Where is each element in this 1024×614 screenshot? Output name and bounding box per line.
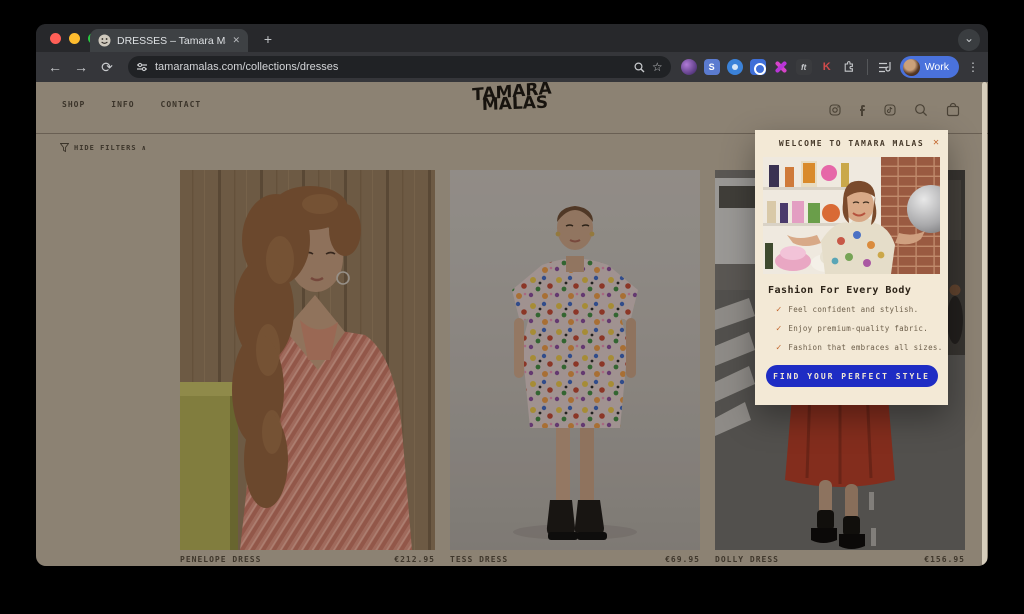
- profile-chip[interactable]: Work: [900, 56, 959, 78]
- product-price: €212.95: [394, 555, 435, 564]
- caret-up-icon: ∧: [142, 144, 147, 152]
- popup-title: WELCOME TO TAMARA MALAS: [755, 139, 948, 148]
- product-meta: DOLLY DRESS €156.95: [715, 555, 965, 566]
- desktop-background: DRESSES – Tamara Malas ✕ + ⌄ ← → ⟳ tamar…: [0, 0, 1024, 614]
- tab-title: DRESSES – Tamara Malas: [117, 35, 226, 47]
- product-price: €156.95: [924, 555, 965, 564]
- extension-icon-ft[interactable]: ft: [796, 59, 812, 75]
- bookmark-star-icon[interactable]: ☆: [652, 60, 663, 74]
- side-panel-icon[interactable]: [878, 61, 893, 74]
- popup-close-icon[interactable]: ✕: [933, 137, 939, 148]
- tab-overview-button[interactable]: ⌄: [958, 29, 980, 51]
- popup-photo: [763, 157, 940, 274]
- welcome-popup: WELCOME TO TAMARA MALAS ✕: [755, 130, 948, 405]
- extensions-puzzle-icon[interactable]: [842, 60, 857, 75]
- product-price: €69.95: [665, 555, 700, 564]
- address-bar[interactable]: tamaramalas.com/collections/dresses ☆: [128, 56, 671, 78]
- profile-avatar: [903, 59, 920, 76]
- extensions-row: S ft K Work: [681, 56, 980, 78]
- popup-heading: Fashion For Every Body: [768, 285, 948, 296]
- bullet-text: Feel confident and stylish.: [788, 305, 918, 314]
- product-meta: PENELOPE DRESS €212.95: [180, 555, 435, 566]
- tiktok-icon[interactable]: [884, 104, 896, 116]
- extension-icon-k[interactable]: K: [819, 59, 835, 75]
- facebook-icon[interactable]: [859, 104, 866, 116]
- cart-bag-icon[interactable]: [946, 102, 960, 117]
- minimize-window-button[interactable]: [69, 33, 80, 44]
- extension-icon-s[interactable]: S: [704, 59, 720, 75]
- webpage: SHOP INFO CONTACT TAMARA MALAS: [36, 82, 988, 566]
- zoom-page-icon[interactable]: [634, 62, 645, 73]
- product-photo-tess[interactable]: [450, 170, 700, 550]
- toolbar-separator: [867, 59, 868, 75]
- header-icons: [829, 102, 960, 117]
- new-tab-button[interactable]: +: [258, 30, 278, 50]
- popup-cta-button[interactable]: FIND YOUR PERFECT STYLE: [766, 365, 938, 387]
- browser-toolbar: ← → ⟳ tamaramalas.com/collections/dresse…: [36, 52, 988, 82]
- site-settings-icon[interactable]: [136, 61, 148, 73]
- forward-button[interactable]: →: [70, 59, 92, 75]
- browser-menu-icon[interactable]: ⋮: [966, 60, 980, 74]
- reload-button[interactable]: ⟳: [96, 59, 118, 76]
- tab-favicon: [98, 34, 111, 47]
- popup-bullet: ✓ Fashion that embraces all sizes.: [776, 343, 948, 353]
- extension-icon-pink-x[interactable]: [773, 59, 789, 75]
- bullet-text: Enjoy premium-quality fabric.: [788, 324, 928, 333]
- tab-close-icon[interactable]: ✕: [232, 35, 240, 46]
- extension-icon-blue-dot[interactable]: [727, 59, 743, 75]
- page-scrollbar[interactable]: [982, 82, 987, 566]
- product-photo-penelope[interactable]: [180, 170, 435, 550]
- browser-window: DRESSES – Tamara Malas ✕ + ⌄ ← → ⟳ tamar…: [36, 24, 988, 566]
- search-icon[interactable]: [914, 103, 928, 117]
- product-card-tess[interactable]: TESS DRESS €69.95: [450, 170, 700, 566]
- product-name[interactable]: TESS DRESS: [450, 555, 508, 564]
- check-icon: ✓: [776, 324, 781, 334]
- profile-name: Work: [925, 61, 949, 73]
- check-icon: ✓: [776, 343, 781, 353]
- popup-bullet: ✓ Feel confident and stylish.: [776, 305, 948, 315]
- back-button[interactable]: ←: [44, 59, 66, 75]
- close-window-button[interactable]: [50, 33, 61, 44]
- product-meta: TESS DRESS €69.95: [450, 555, 700, 566]
- instagram-icon[interactable]: [829, 104, 841, 116]
- filter-funnel-icon: [60, 143, 69, 152]
- tab-strip: DRESSES – Tamara Malas ✕ + ⌄: [36, 24, 988, 52]
- product-card-penelope[interactable]: PENELOPE DRESS €212.95: [180, 170, 435, 566]
- product-name[interactable]: DOLLY DRESS: [715, 555, 779, 564]
- extension-icon-purple[interactable]: [681, 59, 697, 75]
- bullet-text: Fashion that embraces all sizes.: [788, 343, 942, 352]
- hide-filters-button[interactable]: HIDE FILTERS ∧: [60, 143, 147, 152]
- browser-tab[interactable]: DRESSES – Tamara Malas ✕: [90, 29, 248, 52]
- extension-icon-gear[interactable]: [750, 59, 766, 75]
- product-name[interactable]: PENELOPE DRESS: [180, 555, 261, 564]
- url-text[interactable]: tamaramalas.com/collections/dresses: [155, 61, 627, 73]
- hide-filters-label: HIDE FILTERS: [74, 144, 137, 152]
- popup-bullet: ✓ Enjoy premium-quality fabric.: [776, 324, 948, 334]
- check-icon: ✓: [776, 305, 781, 315]
